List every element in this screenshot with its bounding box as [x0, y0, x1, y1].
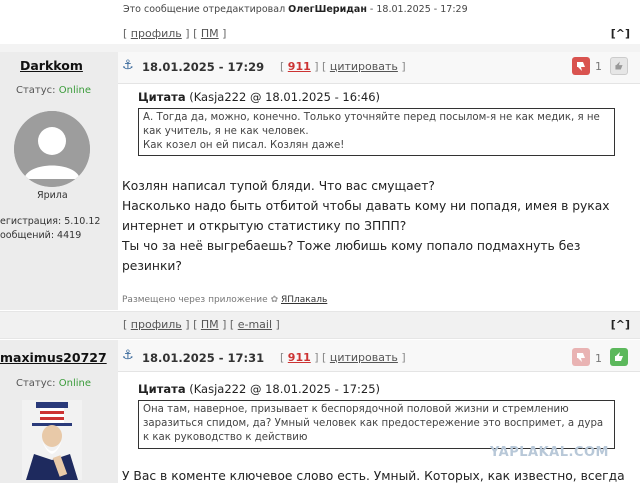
anchor-icon[interactable]: ⚓	[122, 58, 134, 73]
post2-quote-link[interactable]: цитировать	[330, 351, 398, 364]
thumb-down-icon	[577, 353, 585, 362]
post-separator	[0, 44, 640, 52]
post1-message: Козлян написал тупой бляди. Что вас смущ…	[122, 179, 610, 273]
post1-status: Статус: Online	[16, 85, 91, 96]
edited-note: Это сообщение отредактировал ОлегШеридан…	[123, 4, 468, 15]
profile-link[interactable]: профиль	[131, 27, 182, 40]
post1-avatar-caption: Ярила	[37, 190, 68, 201]
profile-link[interactable]: профиль	[131, 318, 182, 331]
scroll-up-button[interactable]: [^]	[611, 318, 630, 331]
post2-date: 18.01.2025 - 17:31	[142, 351, 265, 365]
post2-number-bar: [ 911 ] [ цитировать ]	[280, 351, 406, 364]
vote-up-button[interactable]	[610, 57, 628, 75]
app-icon: ✿	[270, 295, 279, 305]
post2-username[interactable]: maximus20727	[0, 350, 107, 365]
pm-link[interactable]: ПМ	[201, 318, 219, 331]
post1-quote-box: А. Тогда да, можно, конечно. Только уточ…	[138, 108, 615, 156]
post1-date: 18.01.2025 - 17:29	[142, 60, 265, 74]
watermark: YAPLAKAL.COM	[490, 445, 609, 460]
post1-vote-count: 1	[595, 60, 602, 73]
post2-quote-title: Цитата (Kasja222 @ 18.01.2025 - 17:25)	[138, 382, 381, 396]
post1-username[interactable]: Darkkom	[20, 58, 83, 73]
thumb-up-icon	[615, 61, 623, 70]
post-actions-prev: [ профиль ] [ ПМ ]	[123, 27, 227, 40]
post2-message: У Вас в коменте ключевое слово есть. Умн…	[122, 469, 625, 483]
post1-action-row	[0, 311, 640, 339]
vote-down-button[interactable]	[572, 348, 590, 366]
uncle-sam-avatar-icon	[22, 400, 82, 480]
post1-posted-via: Размещено через приложение ✿ ЯПлакаль	[122, 295, 328, 305]
post1-registration: егистрация: 5.10.12	[0, 216, 101, 227]
vote-down-button[interactable]	[572, 57, 590, 75]
post1-quote-link[interactable]: цитировать	[330, 60, 398, 73]
thumb-down-icon	[577, 62, 585, 71]
anchor-icon[interactable]: ⚓	[122, 348, 134, 363]
thumb-up-icon	[615, 352, 623, 361]
scroll-up-button[interactable]: [^]	[611, 27, 630, 40]
post1-avatar	[14, 111, 90, 187]
post2-status: Статус: Online	[16, 378, 91, 389]
post2-avatar	[22, 400, 82, 480]
post2-vote-count: 1	[595, 352, 602, 365]
post2-quote-box: Она там, наверное, призывает к беспорядо…	[138, 400, 615, 449]
post1-messages-count: ообщений: 4419	[0, 230, 82, 241]
pm-link[interactable]: ПМ	[201, 27, 219, 40]
edited-note-author: ОлегШеридан	[288, 4, 367, 15]
post2-number[interactable]: 911	[288, 351, 311, 364]
post1-number-bar: [ 911 ] [ цитировать ]	[280, 60, 406, 73]
default-avatar-icon	[14, 111, 90, 187]
vote-up-button[interactable]	[610, 348, 628, 366]
post1-quote-title: Цитата (Kasja222 @ 18.01.2025 - 16:46)	[138, 90, 381, 104]
app-link[interactable]: ЯПлакаль	[281, 295, 327, 305]
post1-actions: [ профиль ] [ ПМ ] [ e-mail ]	[123, 318, 280, 331]
email-link[interactable]: e-mail	[238, 318, 272, 331]
post1-number[interactable]: 911	[288, 60, 311, 73]
